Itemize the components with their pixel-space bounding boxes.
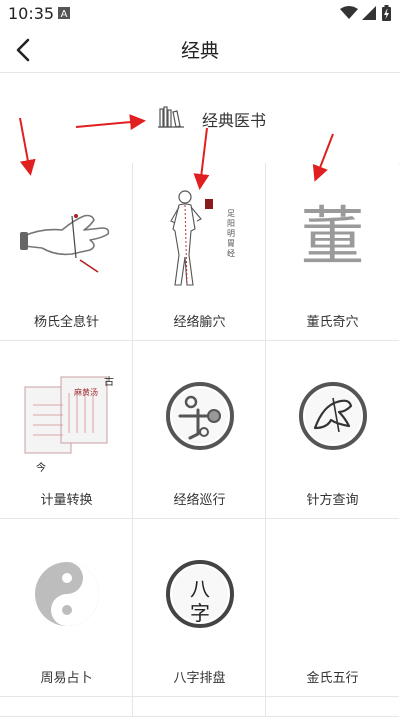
grid-item-label: 杨氏全息针 [33, 315, 99, 330]
grid-item-label: 金氏五行 [306, 671, 359, 686]
grid-item-zhouyi-divination[interactable]: 周易占卜 [0, 519, 133, 697]
grid-item-dong-points[interactable]: 董 董氏奇穴 [266, 163, 399, 341]
notification-a-icon: A [58, 7, 70, 19]
doc-title-text: 麻黄汤 [74, 388, 98, 397]
dong-glyph-icon: 董 [300, 201, 365, 275]
meridian-seal-text: 足阳明胃经 [227, 209, 235, 258]
page-title: 经典 [180, 40, 219, 62]
grid-item-label: 计量转换 [40, 493, 93, 508]
grid-item-label: 董氏奇穴 [306, 315, 359, 330]
classic-books-link[interactable]: 经典医书 [0, 73, 400, 164]
tag-new-text: 今 [36, 463, 46, 474]
documents-icon [24, 376, 107, 454]
grid-item-meridian-flow[interactable]: 经络巡行 [133, 341, 266, 519]
human-figure-icon [169, 190, 213, 286]
grid-item-label: 经络腧穴 [173, 315, 226, 330]
grid-item-partial [266, 697, 399, 717]
grid-item-partial [0, 697, 133, 717]
status-time: 10:35 [8, 4, 55, 23]
tag-old-text: 古 [104, 377, 114, 388]
grid-item-dosage-conversion[interactable]: 麻黄汤 古 今 计量转换 [0, 341, 133, 519]
grid-item-label: 八字排盘 [173, 671, 226, 686]
grid-item-jin-five-elements[interactable]: 金氏五行 [266, 519, 399, 697]
yin-yang-icon [34, 562, 99, 626]
needle-formula-icon [298, 382, 367, 450]
grid-item-needle-formula[interactable]: 针方查询 [266, 341, 399, 519]
grid-item-partial [133, 697, 266, 717]
hand-needle-icon [19, 214, 109, 273]
battery-icon [382, 5, 391, 21]
wifi-icon [340, 6, 358, 19]
grid-item-label: 经络巡行 [173, 493, 226, 508]
grid-item-label: 周易占卜 [40, 671, 93, 686]
grid-item-meridian-points[interactable]: 足阳明胃经 经络腧穴 [133, 163, 266, 341]
bazi-glyph-text: 八字 [190, 577, 210, 625]
grid-item-yang-acupuncture[interactable]: 杨氏全息针 [0, 163, 133, 341]
section-label: 经典医书 [202, 111, 267, 130]
cellular-signal-icon [362, 6, 376, 20]
grid-item-bazi-chart[interactable]: 八字 八字排盘 [133, 519, 266, 697]
books-icon [158, 106, 184, 128]
meridian-flow-icon [165, 382, 234, 450]
status-bar: 10:35 A [0, 0, 400, 28]
svg-text:A: A [61, 9, 68, 19]
app-bar: 经典 [0, 28, 400, 73]
grid-item-label: 针方查询 [306, 493, 359, 508]
